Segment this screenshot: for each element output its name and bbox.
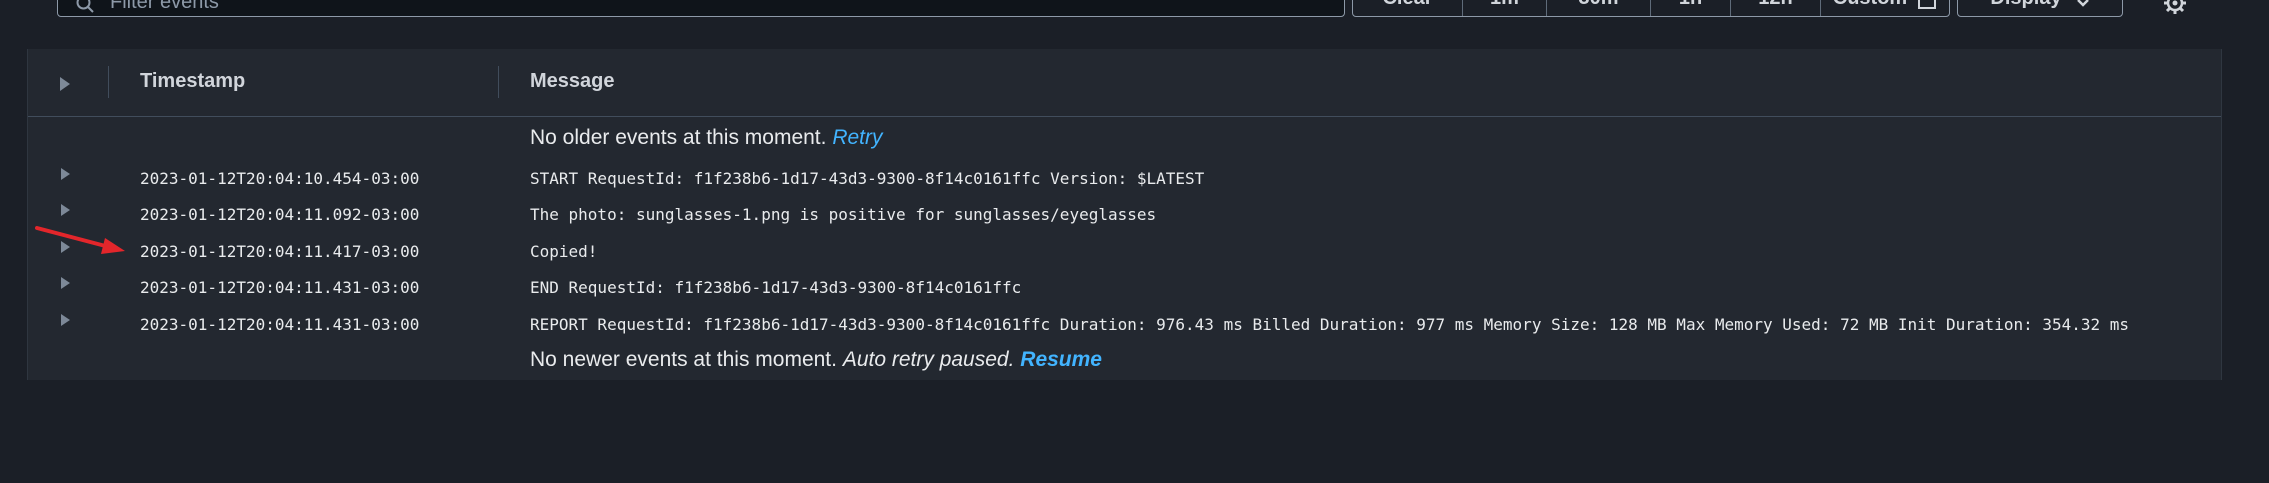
range-1m-button[interactable]: 1m <box>1463 0 1547 16</box>
search-icon <box>76 0 94 13</box>
custom-range-button[interactable]: Custom <box>1821 0 1949 16</box>
expand-all-caret-icon[interactable] <box>60 77 70 91</box>
resume-link[interactable]: Resume <box>1020 348 1102 371</box>
range-1h-button[interactable]: 1h <box>1651 0 1731 16</box>
older-events-notice: No older events at this moment. Retry <box>530 126 883 150</box>
filter-events-field[interactable] <box>57 0 1345 17</box>
auto-retry-paused-text: Auto retry paused. <box>842 348 1015 371</box>
row-message: REPORT RequestId: f1f238b6-1d17-43d3-930… <box>530 315 2130 334</box>
column-divider <box>498 66 499 98</box>
table-row[interactable]: 2023-01-12T20:04:11.417-03:00 Copied! <box>28 239 2221 275</box>
table-row[interactable]: 2023-01-12T20:04:11.092-03:00 The photo:… <box>28 202 2221 238</box>
table-row[interactable]: 2023-01-12T20:04:11.431-03:00 END Reques… <box>28 275 2221 311</box>
timestamp-column-header[interactable]: Timestamp <box>140 70 245 93</box>
row-message: END RequestId: f1f238b6-1d17-43d3-9300-8… <box>530 278 1022 297</box>
log-events-table: Timestamp Message No older events at thi… <box>27 49 2222 380</box>
display-label: Display <box>1990 0 2061 10</box>
range-12h-label: 12h <box>1758 0 1792 10</box>
row-message: The photo: sunglasses-1.png is positive … <box>530 205 1157 224</box>
row-timestamp: 2023-01-12T20:04:11.417-03:00 <box>140 242 420 261</box>
calendar-icon <box>1918 0 1937 9</box>
older-events-text: No older events at this moment. <box>530 126 827 149</box>
custom-range-label: Custom <box>1833 0 1907 10</box>
row-timestamp: 2023-01-12T20:04:10.454-03:00 <box>140 169 420 188</box>
time-range-selector: Clear 1m 30m 1h 12h Custom <box>1352 0 1950 17</box>
retry-link[interactable]: Retry <box>832 126 882 149</box>
row-timestamp: 2023-01-12T20:04:11.431-03:00 <box>140 315 420 334</box>
table-row[interactable]: 2023-01-12T20:04:10.454-03:00 START Requ… <box>28 166 2221 202</box>
row-message: Copied! <box>530 242 598 261</box>
annotation-arrow-icon <box>35 226 125 254</box>
range-12h-button[interactable]: 12h <box>1731 0 1821 16</box>
caret-right-icon[interactable] <box>61 204 70 216</box>
row-timestamp: 2023-01-12T20:04:11.092-03:00 <box>140 205 420 224</box>
column-divider <box>108 66 109 98</box>
clear-label: Clear <box>1382 0 1432 10</box>
caret-right-icon[interactable] <box>61 277 70 289</box>
gear-icon[interactable] <box>2164 0 2186 14</box>
toolbar: Clear 1m 30m 1h 12h Custom Display <box>0 0 2269 20</box>
filter-events-input[interactable] <box>108 0 1112 15</box>
range-30m-label: 30m <box>1578 0 1618 10</box>
newer-events-text: No newer events at this moment. <box>530 348 837 371</box>
range-1h-label: 1h <box>1679 0 1702 10</box>
display-dropdown[interactable]: Display <box>1957 0 2123 17</box>
range-30m-button[interactable]: 30m <box>1547 0 1651 16</box>
table-header: Timestamp Message <box>28 49 2221 117</box>
clear-button[interactable]: Clear <box>1353 0 1463 16</box>
newer-events-notice: No newer events at this moment. Auto ret… <box>530 348 1102 372</box>
row-timestamp: 2023-01-12T20:04:11.431-03:00 <box>140 278 420 297</box>
caret-right-icon[interactable] <box>61 314 70 326</box>
chevron-down-icon <box>2076 0 2089 7</box>
caret-right-icon[interactable] <box>61 168 70 180</box>
row-message: START RequestId: f1f238b6-1d17-43d3-9300… <box>530 169 1205 188</box>
message-column-header[interactable]: Message <box>530 70 615 93</box>
table-row[interactable]: 2023-01-12T20:04:11.431-03:00 REPORT Req… <box>28 312 2221 348</box>
range-1m-label: 1m <box>1490 0 1519 10</box>
